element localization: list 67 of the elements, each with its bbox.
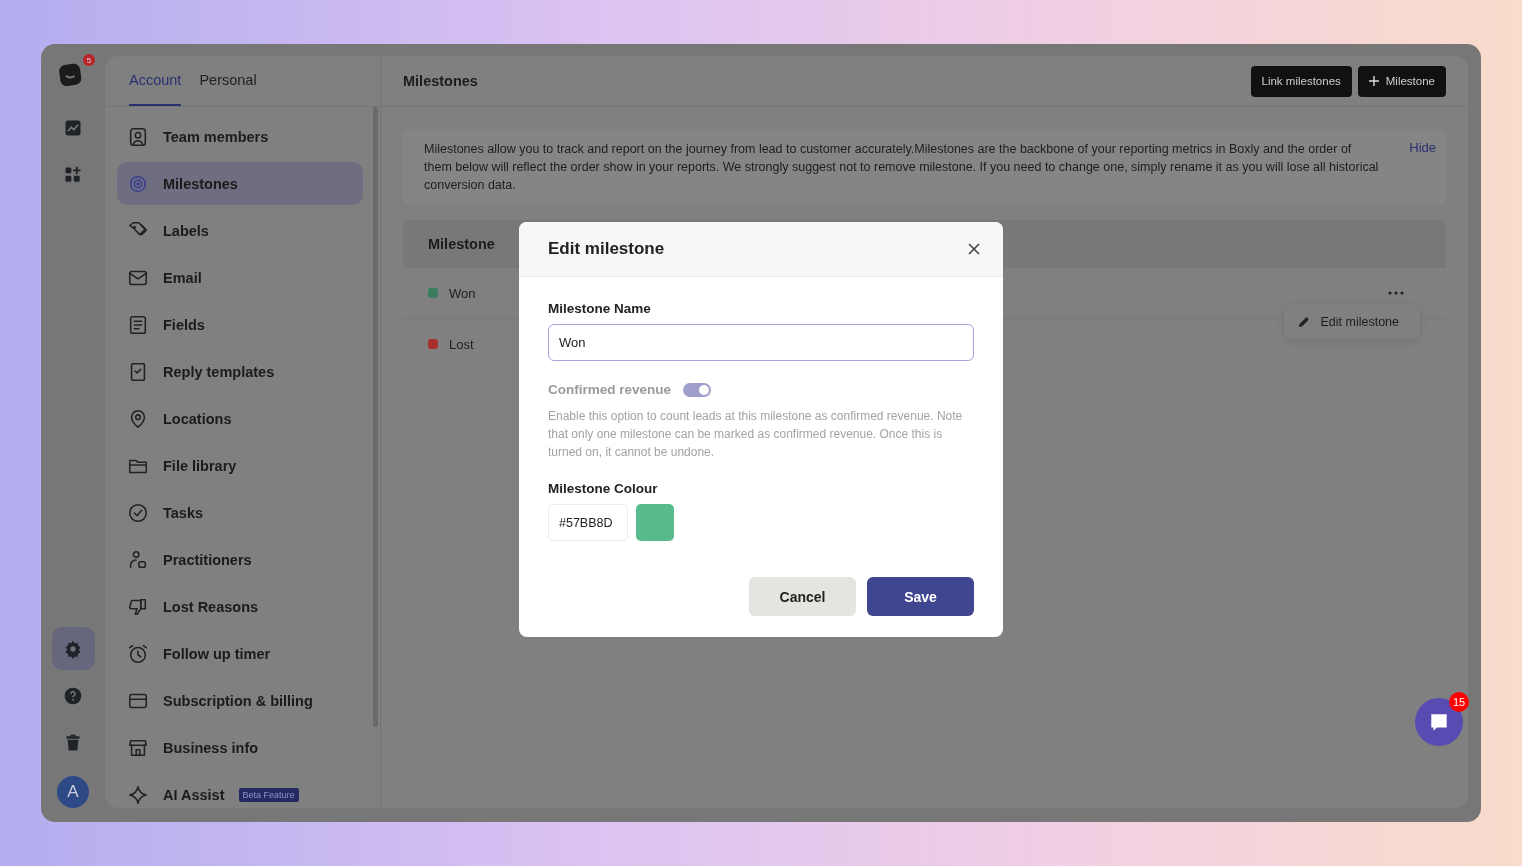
person-icon [127, 125, 149, 148]
sidebar-label: Practitioners [163, 551, 252, 568]
cancel-button[interactable]: Cancel [749, 577, 856, 616]
dialog-title: Edit milestone [548, 239, 665, 259]
menu-item[interactable]: Edit milestone [1284, 309, 1420, 335]
sidebar-item[interactable]: Fields [117, 303, 363, 346]
plus-icon [1368, 76, 1379, 86]
doc-icon [127, 313, 149, 336]
sparkle-icon [127, 783, 149, 806]
toggle-label: Confirmed revenue [548, 382, 672, 397]
page-title: Milestones [403, 73, 478, 89]
sidebar-label: Subscription & billing [163, 692, 313, 709]
sidebar-item[interactable]: Tasks [117, 491, 363, 534]
sidebar-label: Fields [163, 316, 205, 333]
hide-link[interactable]: Hide [1409, 140, 1436, 155]
sidebar-item[interactable]: Business info [117, 726, 363, 769]
sidebar-label: Business info [163, 739, 259, 756]
pencil-icon [1298, 316, 1311, 328]
milestone-name: Lost [449, 336, 474, 352]
save-button[interactable]: Save [867, 577, 974, 616]
field-label: Milestone Name [548, 301, 652, 316]
link-milestones-button[interactable]: Link milestones [1250, 65, 1352, 97]
chat-bubble-icon [1428, 711, 1450, 733]
sidebar-label: Follow up timer [163, 645, 271, 662]
beta-badge: Beta Feature [238, 787, 299, 802]
sidebar-label: AI Assist [163, 786, 225, 803]
sidebar-label: Labels [163, 222, 209, 239]
sidebar-item[interactable]: Lost Reasons [117, 585, 363, 628]
sidebar-label: Lost Reasons [163, 598, 259, 615]
sidebar-label: Milestones [163, 175, 238, 192]
users-icon [127, 548, 149, 571]
more-icon[interactable] [1388, 291, 1404, 295]
help-text: Enable this option to count leads at this milestone as confirmed revenue. Note that only one milestone can be marked as confirmed revenue. Once this is turned on, it cannot be undone. [548, 408, 964, 461]
sidebar-item[interactable]: Locations [117, 397, 363, 440]
alarm-icon [127, 642, 149, 665]
sidebar-label: Reply templates [163, 363, 275, 380]
sidebar-item[interactable]: Team members [117, 115, 363, 158]
sidebar-item[interactable]: Subscription & billing [117, 679, 363, 722]
milestone-name: Won [449, 285, 476, 301]
sidebar-item[interactable]: Labels [117, 209, 363, 252]
sidebar-item[interactable]: Follow up timer [117, 632, 363, 675]
confirmed-revenue-toggle[interactable] [683, 382, 712, 397]
sidebar-label: File library [163, 457, 237, 474]
check-icon [127, 501, 149, 524]
menu-label: Edit milestone [1320, 315, 1399, 329]
sidebar-label: Email [163, 269, 202, 286]
user-avatar[interactable]: A [57, 776, 89, 808]
sidebar-item[interactable]: AI Assist Beta Feature [117, 773, 363, 808]
settings-icon[interactable] [51, 627, 95, 670]
colour-swatch[interactable] [636, 504, 674, 541]
sidebar-item[interactable]: Reply templates [117, 350, 363, 393]
settings-tab[interactable]: Personal [199, 56, 257, 106]
sidebar-item[interactable]: Milestones [117, 162, 363, 205]
colour-field[interactable]: #57BB8D [548, 504, 628, 541]
milestone-name-field[interactable]: Won [548, 324, 974, 361]
field-label: Milestone Colour [548, 481, 659, 496]
settings-tab[interactable]: Account [129, 56, 182, 106]
sidebar-item[interactable]: Email [117, 256, 363, 299]
sidebar-item[interactable]: Practitioners [117, 538, 363, 581]
sidebar-label: Team members [163, 128, 269, 145]
sidebar-item[interactable]: File library [117, 444, 363, 487]
notice-text: Milestones allow you to track and report on the journey from lead to customer accurately.Milestones are the backbone of your reporting metrics in Boxly and the order of them below will reflect the order show in your reports. We strongly suggest not to remove milestone. If you need to change one, simply rename it as you will lose all historical conversion data. [424, 141, 1379, 194]
notification-badge: 5 [83, 54, 95, 66]
sidebar-label: Tasks [163, 504, 204, 521]
add-milestone-button[interactable]: Milestone [1357, 65, 1446, 97]
sidebar-label: Locations [163, 410, 232, 427]
close-icon[interactable] [967, 242, 981, 256]
